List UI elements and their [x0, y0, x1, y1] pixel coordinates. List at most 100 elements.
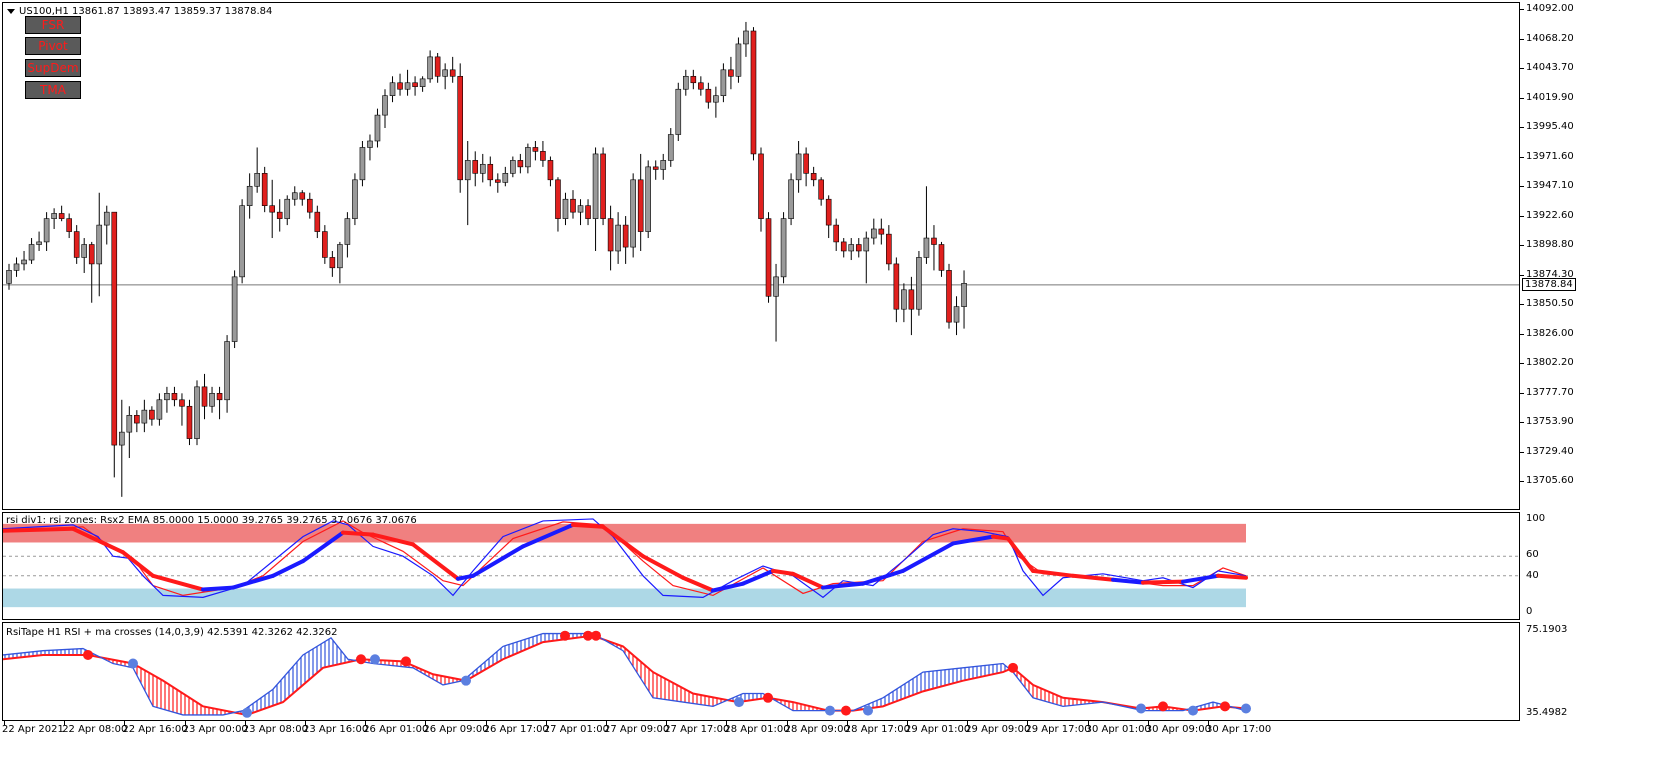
- bull-candle: [126, 415, 133, 433]
- bear-candle: [878, 228, 885, 235]
- bull-candle: [562, 198, 569, 219]
- cross-down-dot: [401, 656, 411, 667]
- rsi-zones-svg[interactable]: [3, 513, 1519, 619]
- bull-candle: [743, 30, 749, 45]
- main-chart-panel[interactable]: US100,H1 13861.87 13893.47 13859.37 1387…: [2, 2, 1520, 510]
- bear-candle: [186, 405, 193, 439]
- price-axis-tick: [1520, 392, 1524, 394]
- bull-candle: [773, 276, 779, 297]
- bull-candle: [284, 198, 291, 219]
- rsx-segment: [3, 526, 75, 533]
- price-axis-tick: [1520, 186, 1524, 187]
- bull-candle: [961, 283, 967, 307]
- bear-candle: [306, 198, 313, 213]
- cross-down-dot: [1158, 701, 1168, 712]
- cross-up-dot: [370, 654, 380, 665]
- bear-candle: [261, 173, 268, 206]
- rsx-segment: [1071, 573, 1115, 582]
- bull-candle: [419, 78, 426, 87]
- bull-candle: [224, 341, 230, 401]
- bear-candle: [179, 399, 185, 407]
- bear-candle: [818, 179, 824, 200]
- price-axis-label: 13777.70: [1526, 386, 1574, 398]
- bull-candle: [863, 237, 870, 252]
- bear-candle: [825, 198, 832, 226]
- pivot-button[interactable]: Pivot: [25, 37, 81, 55]
- bear-candle: [216, 393, 223, 401]
- bull-candle: [735, 43, 742, 77]
- cross-down-dot: [591, 630, 601, 641]
- bear-candle: [652, 166, 659, 170]
- bear-candle: [58, 213, 65, 219]
- tma-button[interactable]: TMA: [25, 81, 81, 99]
- cross-up-dot: [825, 705, 835, 716]
- time-axis-label: 27 Apr 17:00: [664, 724, 730, 735]
- bull-candle: [720, 69, 727, 96]
- cross-up-dot: [242, 707, 252, 718]
- price-axis-tick: [1520, 422, 1524, 423]
- price-axis-tick: [1520, 97, 1524, 99]
- rsx-segment: [571, 522, 605, 529]
- bear-candle: [487, 163, 494, 181]
- bear-candle: [397, 82, 403, 90]
- bull-candle: [660, 160, 667, 170]
- bull-candle: [795, 153, 802, 181]
- bull-candle: [36, 241, 42, 245]
- chart-menu-arrow-icon[interactable]: [7, 9, 15, 14]
- bull-candle: [43, 218, 50, 243]
- bear-candle: [134, 415, 140, 424]
- fsr-button[interactable]: FSR: [25, 16, 81, 34]
- bull-candle: [352, 179, 358, 219]
- bear-candle: [329, 257, 336, 269]
- bull-candle: [870, 228, 877, 239]
- rsi-tape-axis-label: 75.1903: [1526, 624, 1568, 635]
- bull-candle: [788, 179, 794, 219]
- rsi-zones-panel[interactable]: rsi div1: rsi zones: Rsx2 EMA 85.0000 15…: [2, 512, 1520, 620]
- time-axis-label: 28 Apr 01:00: [724, 724, 790, 735]
- bull-candle: [344, 218, 351, 245]
- rsi-zones-axis-label: 0: [1526, 606, 1533, 617]
- cross-down-dot: [356, 654, 366, 665]
- supdem-button[interactable]: SupDem: [25, 59, 81, 77]
- bear-candle: [547, 160, 554, 181]
- bear-candle: [412, 82, 418, 87]
- price-axis-tick: [1520, 451, 1524, 453]
- price-axis-label: 13802.20: [1526, 357, 1574, 368]
- oversold-zone: [3, 588, 1246, 608]
- bear-candle: [893, 263, 900, 310]
- time-axis-label: 26 Apr 17:00: [483, 724, 549, 735]
- price-axis-tick: [1520, 363, 1524, 364]
- time-axis-label: 23 Apr 00:00: [182, 724, 248, 735]
- bear-candle: [810, 173, 817, 181]
- price-axis-label: 13753.90: [1526, 416, 1574, 427]
- current-price-tag: 13878.84: [1522, 278, 1576, 291]
- bull-candle: [848, 244, 855, 252]
- cross-down-dot: [1220, 701, 1230, 712]
- bear-candle: [938, 244, 945, 271]
- bear-candle: [111, 211, 118, 446]
- cross-up-dot: [1241, 703, 1251, 714]
- cross-up-dot: [1136, 703, 1146, 714]
- time-axis-label: 29 Apr 17:00: [1025, 724, 1091, 735]
- rsi-tape-panel[interactable]: RsiTape H1 RSI + ma crosses (14,0,3,9) 4…: [2, 622, 1520, 721]
- rsx-segment: [1216, 573, 1248, 580]
- bull-candle: [21, 259, 27, 265]
- bull-candle: [96, 224, 103, 265]
- bear-candle: [457, 75, 464, 181]
- bear-candle: [833, 224, 840, 243]
- bull-candle: [479, 163, 486, 174]
- rsi-zones-axis-label: 60: [1526, 549, 1539, 560]
- bear-candle: [299, 192, 306, 200]
- cross-up-dot: [1188, 705, 1198, 716]
- rsi-tape-title: RsiTape H1 RSI + ma crosses (14,0,3,9) 4…: [6, 627, 338, 638]
- price-axis-label: 13729.40: [1526, 445, 1574, 457]
- bear-candle: [449, 69, 456, 77]
- bull-candle: [577, 205, 584, 213]
- time-axis-label: 30 Apr 01:00: [1085, 724, 1151, 735]
- bull-candle: [359, 147, 366, 181]
- main-chart-svg[interactable]: [3, 3, 1519, 509]
- rsx-segment: [861, 568, 905, 586]
- price-axis-label: 13995.40: [1526, 121, 1574, 132]
- bull-candle: [239, 205, 245, 278]
- bull-candle: [630, 179, 636, 248]
